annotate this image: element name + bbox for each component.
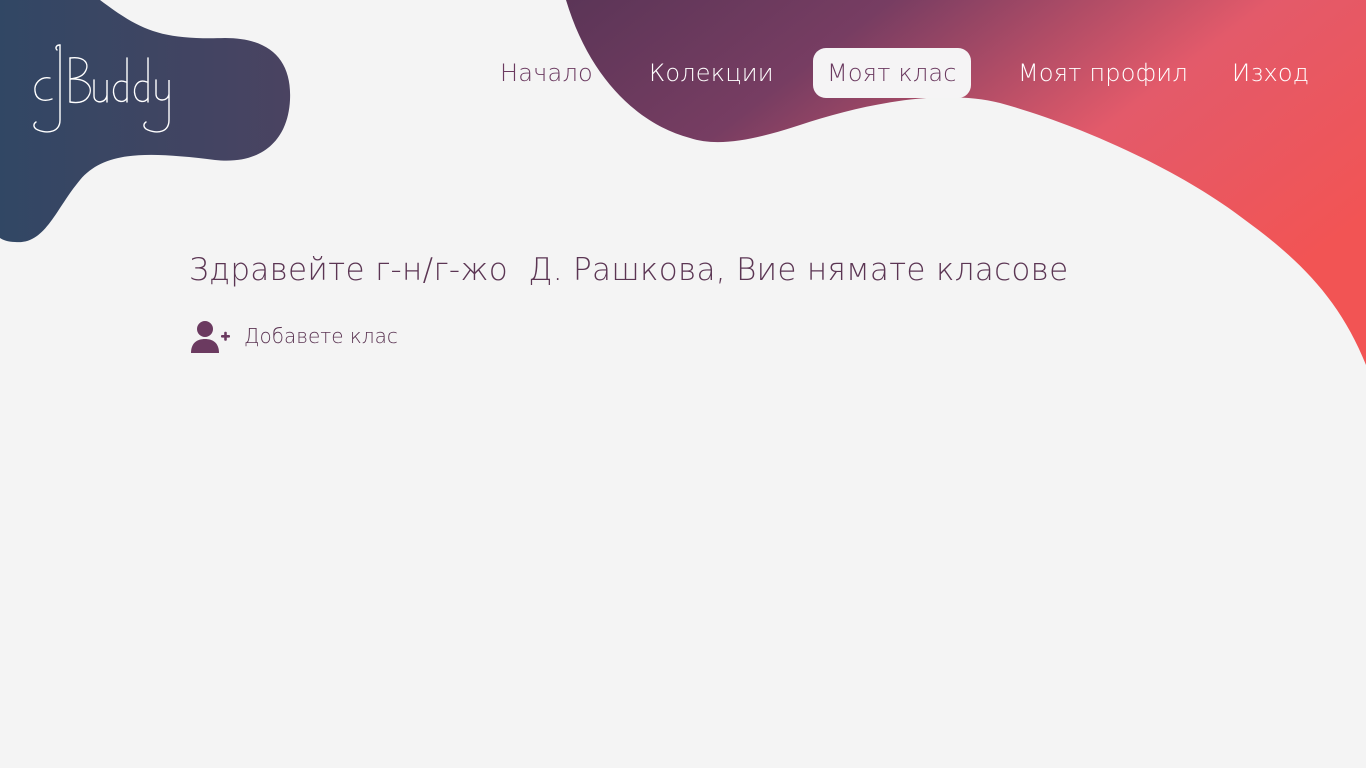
nav-item-my-class[interactable]: Моят клас [813, 48, 971, 98]
add-class-label: Добавете клас [244, 324, 398, 348]
nav-item-logout[interactable]: Изход [1232, 48, 1309, 98]
page: Начало Колекции Моят клас Моят профил Из… [0, 0, 1366, 768]
nav-item-home[interactable]: Начало [500, 48, 593, 98]
nav-item-my-profile[interactable]: Моят профил [1018, 48, 1188, 98]
add-class-button[interactable]: Добавете клас [191, 318, 398, 354]
main-nav: Начало Колекции Моят клас Моят профил Из… [0, 48, 1366, 98]
user-plus-icon [191, 321, 230, 353]
background-decoration [0, 0, 1366, 365]
nav-item-collections[interactable]: Колекции [649, 48, 774, 98]
page-title: Здравейте г-н/г-жо Д. Рашкова, Вие нямат… [189, 252, 1069, 288]
